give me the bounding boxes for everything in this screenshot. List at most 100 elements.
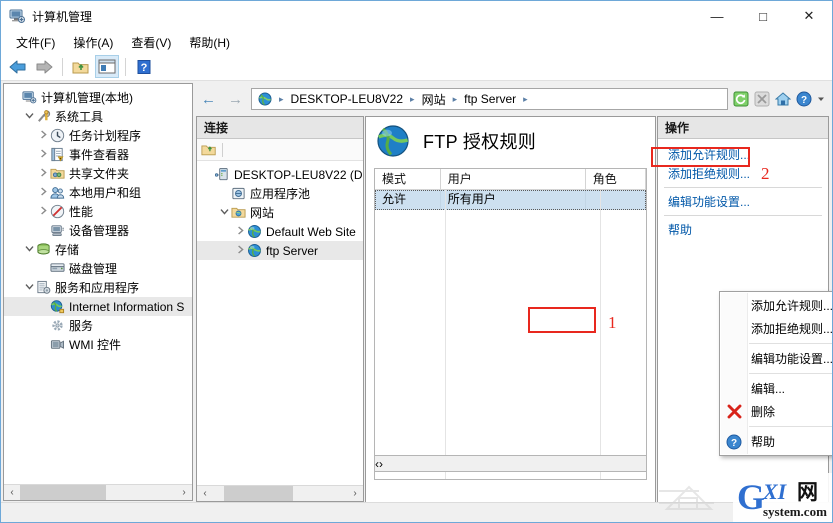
connection-tasks-icon[interactable] xyxy=(201,142,217,157)
globe-icon xyxy=(247,224,264,239)
stop-icon[interactable] xyxy=(753,90,771,108)
tree-item[interactable]: Default Web Site xyxy=(197,222,363,241)
tree-item[interactable]: 共享文件夹 xyxy=(4,164,192,183)
chevron-down-icon[interactable] xyxy=(22,282,36,294)
globe-icon xyxy=(247,243,264,258)
menu-view[interactable]: 查看(V) xyxy=(122,32,180,53)
refresh-icon[interactable] xyxy=(732,90,750,108)
scroll-left-icon[interactable]: ‹ xyxy=(4,485,20,500)
grid-col-mode[interactable]: 模式 xyxy=(375,169,441,189)
ctx-delete[interactable]: 删除 xyxy=(720,400,832,423)
address-back-button[interactable]: ← xyxy=(195,86,222,112)
tree-item[interactable]: 应用程序池 xyxy=(197,184,363,203)
close-button[interactable]: ✕ xyxy=(786,1,832,31)
conn-scroll-left-icon[interactable]: ‹ xyxy=(197,486,213,501)
chevron-right-icon[interactable] xyxy=(233,225,247,238)
svg-text:?: ? xyxy=(141,62,148,74)
conn-scroll-track[interactable] xyxy=(213,486,347,501)
home-icon[interactable] xyxy=(774,90,792,108)
tree-item[interactable]: 磁盘管理 xyxy=(4,259,192,278)
breadcrumb-item-sites[interactable]: 网站 xyxy=(420,91,448,108)
tree-item[interactable]: Internet Information S xyxy=(4,297,192,316)
disk-management-icon xyxy=(50,261,67,276)
tree-item[interactable]: 事件查看器 xyxy=(4,145,192,164)
show-hide-console-tree-icon[interactable] xyxy=(95,55,119,78)
maximize-button[interactable]: □ xyxy=(740,1,786,31)
grid-scroll-right-icon[interactable]: › xyxy=(379,457,383,471)
menu-file[interactable]: 文件(F) xyxy=(7,32,64,53)
tree-item[interactable]: DESKTOP-LEU8V22 (DES xyxy=(197,165,363,184)
tree-item[interactable]: ftp Server xyxy=(197,241,363,260)
context-menu-item-label: 删除 xyxy=(751,405,776,419)
grid-col-user[interactable]: 用户 xyxy=(441,169,586,189)
chevron-right-icon[interactable] xyxy=(36,186,50,199)
tree-item[interactable]: 服务 xyxy=(4,316,192,335)
chevron-right-icon[interactable] xyxy=(36,167,50,180)
menu-help[interactable]: 帮助(H) xyxy=(180,32,239,53)
forward-arrow-icon[interactable] xyxy=(32,55,56,78)
ctx-edit[interactable]: 编辑... xyxy=(720,377,832,400)
computer-icon xyxy=(22,90,39,105)
tree-item[interactable]: WMI 控件 xyxy=(4,335,192,354)
chevron-right-icon[interactable] xyxy=(233,244,247,257)
breadcrumb-item-server[interactable]: DESKTOP-LEU8V22 xyxy=(289,92,406,106)
action-add-deny-rule[interactable]: 添加拒绝规则... xyxy=(658,164,828,183)
grid-hscrollbar[interactable]: ‹ › xyxy=(374,455,647,472)
action-help[interactable]: 帮助 xyxy=(658,220,828,239)
back-arrow-icon[interactable] xyxy=(6,55,30,78)
tree-item-label: 磁盘管理 xyxy=(69,262,118,276)
tree-item[interactable]: 计算机管理(本地) xyxy=(4,88,192,107)
ctx-add-deny-rule[interactable]: 添加拒绝规则... xyxy=(720,317,832,340)
cell-role xyxy=(586,190,646,210)
menu-action[interactable]: 操作(A) xyxy=(64,32,122,53)
ctx-add-allow-rule[interactable]: 添加允许规则... xyxy=(720,294,832,317)
connections-hscrollbar[interactable]: ‹ › xyxy=(197,485,363,501)
table-row[interactable]: 允许 所有用户 xyxy=(375,190,646,210)
scroll-track[interactable] xyxy=(20,485,176,500)
chevron-right-icon[interactable] xyxy=(36,129,50,142)
feature-header: FTP 授权规则 xyxy=(366,117,655,165)
grid-col-role[interactable]: 角色 xyxy=(586,169,646,189)
console-tree-hscrollbar[interactable]: ‹ › xyxy=(4,484,192,500)
up-folder-icon[interactable] xyxy=(69,55,93,78)
help-icon[interactable]: ? xyxy=(132,55,156,78)
computer-management-icon xyxy=(9,8,25,24)
tree-item[interactable]: 系统工具 xyxy=(4,107,192,126)
chevron-right-icon[interactable] xyxy=(36,148,50,161)
chevron-down-icon[interactable] xyxy=(22,244,36,256)
conn-scroll-thumb[interactable] xyxy=(223,486,294,501)
scroll-right-icon[interactable]: › xyxy=(176,485,192,500)
online-help-icon[interactable]: ? xyxy=(795,90,813,108)
chevron-down-icon[interactable] xyxy=(217,207,231,219)
ctx-edit-feature-settings[interactable]: 编辑功能设置... xyxy=(720,347,832,370)
tree-item[interactable]: 任务计划程序 xyxy=(4,126,192,145)
breadcrumb-item-ftp-server[interactable]: ftp Server xyxy=(462,92,518,106)
storage-icon xyxy=(36,242,53,257)
services-icon xyxy=(50,318,67,333)
chevron-down-icon[interactable] xyxy=(22,111,36,123)
conn-scroll-right-icon[interactable]: › xyxy=(347,486,363,501)
server-icon xyxy=(215,167,232,182)
scroll-thumb[interactable] xyxy=(20,485,106,500)
address-forward-button[interactable]: → xyxy=(222,86,249,112)
tree-item-label: Default Web Site xyxy=(266,224,356,239)
tree-item[interactable]: 存储 xyxy=(4,240,192,259)
chevron-down-icon[interactable] xyxy=(816,90,826,108)
chevron-right-icon[interactable] xyxy=(36,205,50,218)
minimize-button[interactable]: — xyxy=(694,1,740,31)
tree-item[interactable]: 性能 xyxy=(4,202,192,221)
tree-item[interactable]: 设备管理器 xyxy=(4,221,192,240)
tree-item[interactable]: 服务和应用程序 xyxy=(4,278,192,297)
context-menu-separator xyxy=(749,343,832,344)
tree-item-label: ftp Server xyxy=(266,243,319,258)
local-users-groups-icon xyxy=(50,185,67,200)
ctx-help[interactable]: ? 帮助 xyxy=(720,430,832,453)
context-menu: 添加允许规则... 添加拒绝规则... 编辑功能设置... 编辑... 删除 ? 帮助 xyxy=(719,291,832,456)
tree-item[interactable]: 本地用户和组 xyxy=(4,183,192,202)
delete-x-icon xyxy=(725,403,743,421)
action-add-allow-rule[interactable]: 添加允许规则... xyxy=(658,145,828,164)
action-edit-feature-settings[interactable]: 编辑功能设置... xyxy=(658,192,828,211)
breadcrumb[interactable]: ▸ DESKTOP-LEU8V22 ▸ 网站 ▸ ftp Server ▸ xyxy=(251,88,728,110)
tree-item[interactable]: 网站 xyxy=(197,203,363,222)
shared-folders-icon xyxy=(50,166,67,181)
